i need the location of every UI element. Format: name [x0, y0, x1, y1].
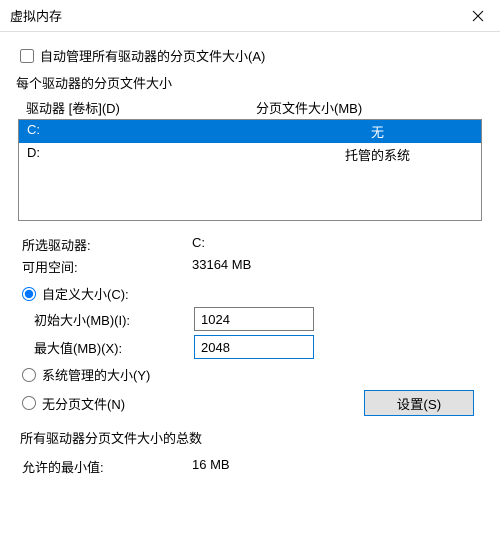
no-paging-radio[interactable]	[22, 396, 36, 410]
close-icon	[472, 10, 484, 22]
no-paging-label: 无分页文件(N)	[42, 394, 125, 413]
totals-group: 所有驱动器分页文件大小的总数 允许的最小值: 16 MB	[16, 428, 484, 476]
drive-row[interactable]: D: 托管的系统	[19, 143, 481, 166]
window-title: 虚拟内存	[10, 6, 456, 25]
free-space-row: 可用空间: 33164 MB	[16, 257, 484, 276]
initial-size-label: 初始大小(MB)(I):	[34, 310, 194, 329]
no-paging-radio-row[interactable]: 无分页文件(N)	[22, 394, 364, 413]
drive-letter: C:	[27, 122, 282, 141]
drive-status: 托管的系统	[282, 145, 473, 164]
drive-listbox[interactable]: C: 无 D: 托管的系统	[18, 119, 482, 221]
auto-manage-checkbox-row[interactable]: 自动管理所有驱动器的分页文件大小(A)	[16, 46, 484, 65]
system-managed-radio-row[interactable]: 系统管理的大小(Y)	[22, 365, 484, 384]
min-allowed-value: 16 MB	[192, 457, 484, 476]
drive-row[interactable]: C: 无	[19, 120, 481, 143]
auto-manage-label: 自动管理所有驱动器的分页文件大小(A)	[40, 46, 265, 65]
custom-size-radio-row[interactable]: 自定义大小(C):	[22, 284, 484, 303]
min-allowed-label: 允许的最小值:	[22, 457, 192, 476]
max-size-row: 最大值(MB)(X):	[34, 335, 484, 359]
size-column-header: 分页文件大小(MB)	[256, 98, 474, 117]
drive-column-header: 驱动器 [卷标](D)	[26, 98, 256, 117]
close-button[interactable]	[456, 1, 500, 31]
drive-status: 无	[282, 122, 473, 141]
max-size-input[interactable]	[194, 335, 314, 359]
custom-size-label: 自定义大小(C):	[42, 284, 129, 303]
min-allowed-row: 允许的最小值: 16 MB	[16, 457, 484, 476]
initial-size-row: 初始大小(MB)(I):	[34, 307, 484, 331]
per-drive-header: 每个驱动器的分页文件大小	[16, 73, 484, 92]
selected-drive-label: 所选驱动器:	[22, 235, 192, 254]
set-button[interactable]: 设置(S)	[364, 390, 474, 416]
system-managed-radio[interactable]	[22, 368, 36, 382]
max-size-label: 最大值(MB)(X):	[34, 338, 194, 357]
none-and-set-row: 无分页文件(N) 设置(S)	[22, 390, 474, 416]
free-space-label: 可用空间:	[22, 257, 192, 276]
dialog-content: 自动管理所有驱动器的分页文件大小(A) 每个驱动器的分页文件大小 驱动器 [卷标…	[0, 32, 500, 476]
selected-drive-value: C:	[192, 235, 484, 254]
system-managed-label: 系统管理的大小(Y)	[42, 365, 150, 384]
drive-letter: D:	[27, 145, 282, 164]
custom-size-radio[interactable]	[22, 287, 36, 301]
free-space-value: 33164 MB	[192, 257, 484, 276]
selected-drive-row: 所选驱动器: C:	[16, 235, 484, 254]
initial-size-input[interactable]	[194, 307, 314, 331]
title-bar: 虚拟内存	[0, 0, 500, 32]
auto-manage-checkbox[interactable]	[20, 49, 34, 63]
drive-list-headers: 驱动器 [卷标](D) 分页文件大小(MB)	[16, 96, 484, 119]
totals-header: 所有驱动器分页文件大小的总数	[16, 431, 206, 446]
